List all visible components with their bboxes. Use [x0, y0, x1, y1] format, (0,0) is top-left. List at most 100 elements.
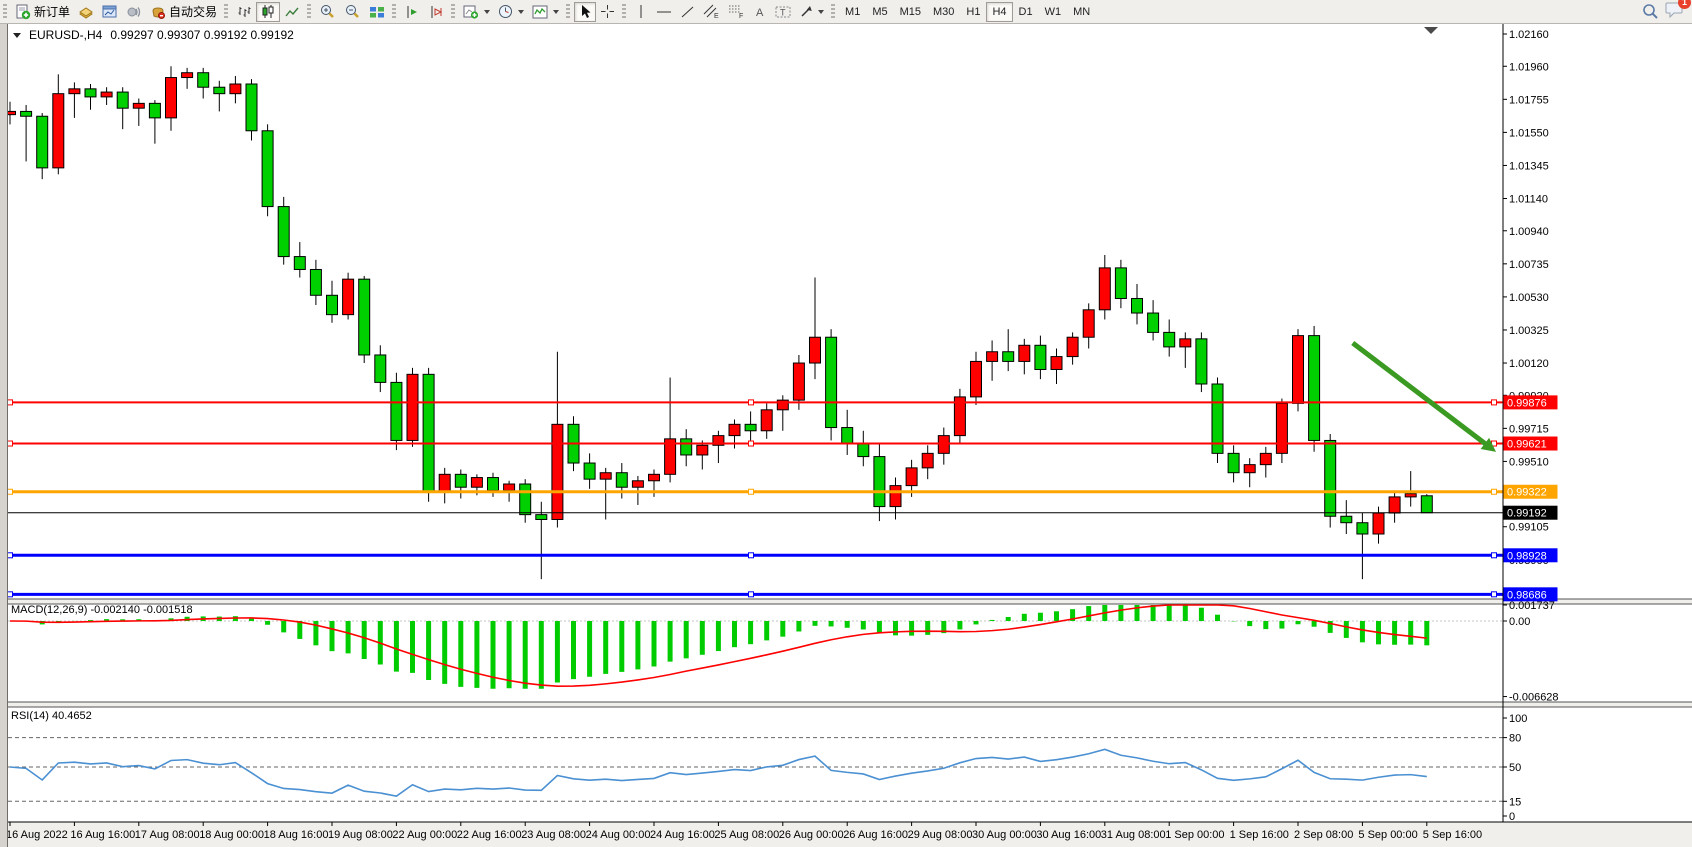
line-anchor[interactable]: [8, 400, 13, 405]
candle-body: [1325, 440, 1336, 516]
tf-button-M15[interactable]: M15: [894, 2, 927, 22]
text-label-icon: T: [775, 5, 791, 19]
cursor-button[interactable]: [574, 2, 596, 22]
price-axis-label: 1.01960: [1509, 61, 1549, 73]
chart-canvas[interactable]: 1.021601.019601.017551.015501.013451.011…: [0, 0, 1692, 847]
candle-body: [1357, 523, 1368, 534]
line-anchor[interactable]: [1492, 592, 1497, 597]
line-anchor[interactable]: [749, 400, 754, 405]
rsi-axis-label: 0: [1509, 811, 1515, 823]
signals-button[interactable]: [122, 2, 146, 22]
equidistant-channel-icon: E: [703, 4, 720, 19]
fibonacci-button[interactable]: F: [724, 2, 749, 22]
macd-axis-label: 0.001737: [1509, 600, 1555, 612]
macd-indicator-label: MACD(12,26,9) -0.002140 -0.001518: [11, 604, 193, 616]
chart-shift-marker[interactable]: [1424, 27, 1438, 34]
algo-trading-button[interactable]: 自动交易: [146, 2, 221, 22]
candle-body: [1083, 310, 1094, 337]
search-icon[interactable]: [1642, 3, 1659, 20]
candle-body: [214, 87, 225, 93]
clock-icon: [498, 4, 513, 19]
tf-button-H4[interactable]: H4: [986, 2, 1012, 22]
candle-body: [1341, 516, 1352, 522]
toolbar-grip: [3, 4, 7, 19]
pane-separator[interactable]: [0, 702, 1692, 707]
line-anchor[interactable]: [8, 592, 13, 597]
vertical-line-button[interactable]: [630, 2, 652, 22]
candle-body: [1132, 299, 1143, 314]
chart-shift-icon: [404, 5, 420, 19]
templates-button[interactable]: [528, 2, 563, 22]
tf-button-M1[interactable]: M1: [839, 2, 866, 22]
candle-body: [1019, 345, 1030, 361]
trend-arrow-object[interactable]: [1353, 343, 1488, 446]
chart-shift-button[interactable]: [400, 2, 424, 22]
time-axis-label: 24 Aug 00:00: [586, 829, 651, 841]
text-label-button[interactable]: T: [771, 2, 795, 22]
candle-body: [1051, 357, 1062, 370]
chart-symbol-period: EURUSD-,H4: [29, 28, 102, 42]
tf-button-H1[interactable]: H1: [960, 2, 986, 22]
line-anchor[interactable]: [8, 553, 13, 558]
trendline-button[interactable]: [676, 2, 699, 22]
line-anchor[interactable]: [8, 441, 13, 446]
toolbar-grip: [566, 4, 570, 19]
new-order-button[interactable]: 新订单: [11, 2, 74, 22]
zoom-in-button[interactable]: [315, 2, 340, 22]
time-axis-label: 18 Aug 16:00: [264, 829, 329, 841]
zoom-out-icon: [344, 4, 361, 20]
line-anchor[interactable]: [1492, 400, 1497, 405]
tf-button-D1[interactable]: D1: [1013, 2, 1039, 22]
candle-body: [1244, 465, 1255, 473]
tf-button-MN[interactable]: MN: [1067, 2, 1096, 22]
rsi-axis-label: 15: [1509, 796, 1521, 808]
periods-button[interactable]: [494, 2, 528, 22]
candlestick-chart-button[interactable]: [256, 2, 280, 22]
line-anchor[interactable]: [749, 489, 754, 494]
signals-icon: [126, 5, 142, 19]
candle-body: [858, 444, 869, 457]
tf-button-M5[interactable]: M5: [866, 2, 893, 22]
auto-scroll-button[interactable]: [424, 2, 448, 22]
tf-button-M30[interactable]: M30: [927, 2, 960, 22]
chart-menu-icon[interactable]: [13, 33, 21, 38]
time-axis-label: 16 Aug 2022: [6, 829, 68, 841]
rsi-line: [10, 749, 1427, 796]
line-anchor[interactable]: [1492, 553, 1497, 558]
line-anchor[interactable]: [749, 592, 754, 597]
algo-trading-label: 自动交易: [169, 3, 217, 20]
indicators-button[interactable]: [459, 2, 494, 22]
tile-windows-button[interactable]: [365, 2, 389, 22]
candle-body: [375, 355, 386, 382]
line-chart-button[interactable]: [280, 2, 304, 22]
time-axis-label: 19 Aug 08:00: [328, 829, 393, 841]
price-tag-label: 0.99322: [1507, 487, 1547, 499]
price-tag-label: 0.98928: [1507, 550, 1547, 562]
bar-chart-button[interactable]: [232, 2, 256, 22]
line-anchor[interactable]: [749, 441, 754, 446]
horizontal-line-button[interactable]: [652, 2, 676, 22]
zoom-out-button[interactable]: [340, 2, 365, 22]
equidistant-channel-button[interactable]: E: [699, 2, 724, 22]
metaeditor-button[interactable]: [74, 2, 98, 22]
candle-body: [552, 424, 563, 519]
svg-text:T: T: [780, 7, 786, 17]
new-chart-button[interactable]: [98, 2, 122, 22]
arrows-tool-button[interactable]: [795, 2, 828, 22]
crosshair-button[interactable]: [596, 2, 619, 22]
crosshair-icon: [600, 4, 615, 19]
time-axis-label: 1 Sep 16:00: [1230, 829, 1289, 841]
line-anchor[interactable]: [8, 489, 13, 494]
candle-body: [793, 363, 804, 400]
notifications-button[interactable]: 1: [1665, 1, 1684, 23]
line-anchor[interactable]: [1492, 489, 1497, 494]
candles: [5, 66, 1433, 579]
svg-text:A: A: [756, 7, 764, 19]
line-anchor[interactable]: [749, 553, 754, 558]
cursor-arrow-icon: [579, 4, 592, 19]
pane-separator[interactable]: [0, 599, 1692, 604]
price-axis-label: 0.99510: [1509, 456, 1549, 468]
candle-body: [1180, 339, 1191, 347]
text-button[interactable]: A: [749, 2, 771, 22]
tf-button-W1[interactable]: W1: [1039, 2, 1068, 22]
